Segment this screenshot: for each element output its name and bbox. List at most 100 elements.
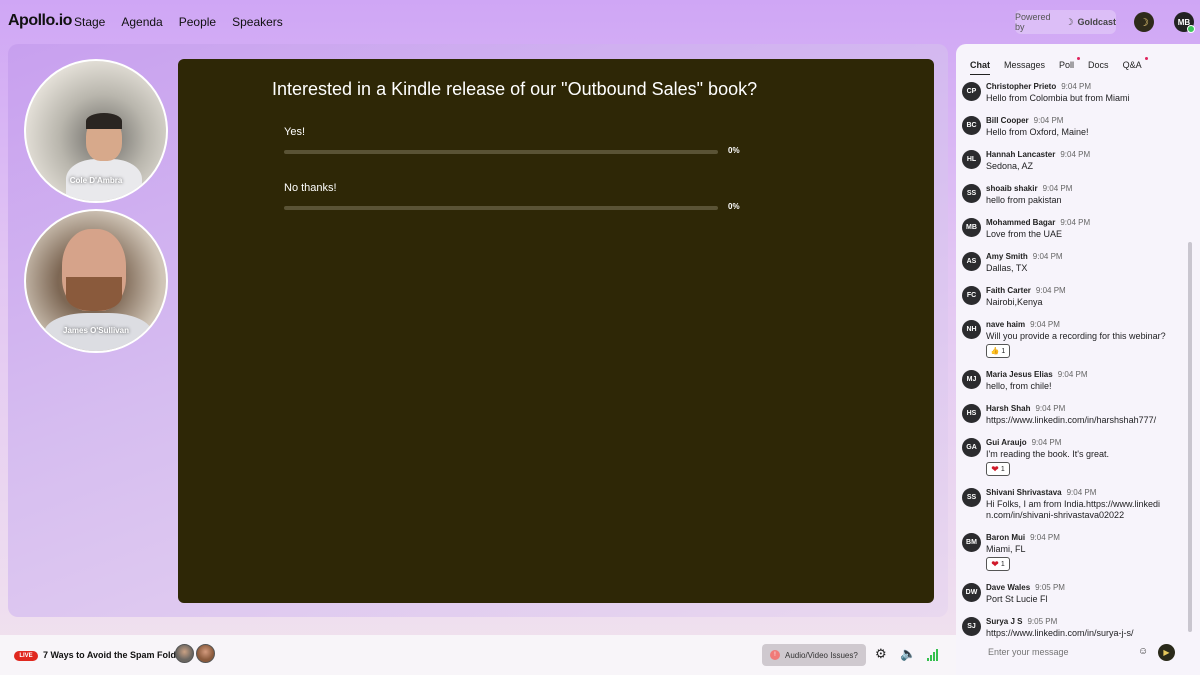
chat-author: Mohammed Bagar [986,218,1056,227]
chat-text: Sedona, AZ [986,161,1034,171]
apollo-logo[interactable]: Apollo.io [8,12,72,30]
chat-time: 9:04 PM [1030,320,1060,329]
chat-avatar[interactable]: MB [962,218,981,237]
stage-area: Cole D'Ambra James O'Sullivan Interested… [8,44,948,617]
tab-label: Docs [1088,60,1109,70]
chat-text: Love from the UAE [986,229,1063,239]
poll-option-track [284,206,718,210]
poll-option-no[interactable]: No thanks! 0% [284,182,744,211]
poll-option-yes[interactable]: Yes! 0% [284,126,744,155]
session-title: 7 Ways to Avoid the Spam Folder [43,650,185,660]
chat-author: Amy Smith [986,252,1028,261]
chat-avatar[interactable]: CP [962,82,981,101]
chat-text: Dallas, TX [986,263,1028,273]
chat-time: 9:04 PM [1066,488,1097,497]
chat-author: Baron Mui [986,533,1026,542]
tab-docs[interactable]: Docs [1088,60,1109,75]
reaction-badge[interactable]: 👍 1 [986,344,1010,358]
chat-time: 9:04 PM [1060,150,1091,159]
emoji-icon[interactable]: ☺ [1138,646,1148,657]
chat-author: Faith Carter [986,286,1031,295]
speaker-avatar[interactable] [196,644,215,663]
chat-text: Will you provide a recording for this we… [986,331,1166,341]
user-avatar[interactable]: MB [1174,12,1195,33]
top-bar: Apollo.io Stage Agenda People Speakers P… [0,0,1200,44]
chat-author: Hannah Lancaster [986,150,1056,159]
reaction-badge[interactable]: ❤ 1 [986,462,1010,476]
speaker-avatar[interactable] [175,644,194,663]
notification-dot [1144,57,1148,60]
nav-people[interactable]: People [179,15,216,29]
chat-meta: Harsh Shah 9:04 PM [986,404,1065,413]
goldcast-icon: ☽ [1065,16,1074,27]
tab-chat[interactable]: Chat [970,60,990,75]
chat-meta: Bill Cooper 9:04 PM [986,116,1063,125]
nav-agenda[interactable]: Agenda [121,15,162,29]
chat-avatar[interactable]: HS [962,404,981,423]
poll-card: Interested in a Kindle release of our "O… [178,59,934,603]
send-icon[interactable]: ▶ [1158,644,1175,661]
notification-dot [1077,57,1081,60]
chat-author: Bill Cooper [986,116,1029,125]
chat-text: https://www.linkedin.com/in/harshshah777… [986,415,1157,425]
chat-time: 9:04 PM [1032,252,1063,261]
powered-by-badge[interactable]: Powered by ☽ Goldcast [1015,10,1116,34]
chat-meta: Hannah Lancaster 9:04 PM [986,150,1090,159]
chat-message-input[interactable] [988,647,1158,657]
chat-avatar[interactable]: DW [962,583,981,602]
tab-messages[interactable]: Messages [1004,60,1045,75]
chat-meta: Baron Mui 9:04 PM [986,533,1060,542]
chat-avatar[interactable]: FC [962,286,981,305]
poll-option-percent: 0% [728,202,740,211]
chat-avatar[interactable]: HL [962,150,981,169]
warning-icon: ! [770,650,780,660]
chat-meta: Christopher Prieto 9:04 PM [986,82,1091,91]
chat-author: Shivani Shrivastava [986,488,1062,497]
chat-author: Gui Araujo [986,438,1027,447]
heart-icon: ❤ [991,558,999,569]
tab-poll[interactable]: Poll [1059,57,1081,75]
main-nav: Stage Agenda People Speakers [74,15,283,29]
gear-icon[interactable]: ⚙ [875,646,887,662]
chat-avatar[interactable]: SS [962,184,981,203]
chat-meta: Mohammed Bagar 9:04 PM [986,218,1090,227]
chat-avatar[interactable]: BC [962,116,981,135]
chat-avatar[interactable]: SS [962,488,981,507]
moon-icon[interactable]: ☽ [1134,12,1154,32]
signal-bar [930,655,932,661]
chat-avatar[interactable]: BM [962,533,981,552]
poll-question: Interested in a Kindle release of our "O… [272,79,758,99]
signal-bar [933,652,935,661]
chat-panel: Chat Messages Poll Docs Q&A CP Christoph… [956,44,1200,675]
speaker-icon[interactable]: 🔈 [900,646,916,662]
chat-time: 9:04 PM [1060,218,1091,227]
chat-time: 9:05 PM [1027,617,1058,626]
chat-tabs: Chat Messages Poll Docs Q&A [970,57,1148,75]
chat-meta: Amy Smith 9:04 PM [986,252,1063,261]
speaker-video-1[interactable]: Cole D'Ambra [24,59,168,203]
chat-avatar[interactable]: AS [962,252,981,271]
signal-icon [927,649,938,661]
speaker-video-2[interactable]: James O'Sullivan [24,209,168,353]
nav-stage[interactable]: Stage [74,15,105,29]
chat-avatar[interactable]: GA [962,438,981,457]
speaker-hair [86,113,122,129]
poll-option-label: No thanks! [284,182,337,194]
nav-speakers[interactable]: Speakers [232,15,283,29]
tab-qa[interactable]: Q&A [1123,57,1148,75]
poll-option-label: Yes! [284,126,306,138]
chat-avatar[interactable]: SJ [962,617,981,636]
reaction-badge[interactable]: ❤ 1 [986,557,1010,571]
live-badge: LIVE [14,651,38,661]
chat-author: shoaib shakir [986,184,1038,193]
chat-time: 9:04 PM [1035,286,1066,295]
chat-meta: Maria Jesus Elias 9:04 PM [986,370,1088,379]
chat-avatar[interactable]: NH [962,320,981,339]
chat-text: Miami, FL [986,544,1026,554]
chat-avatar[interactable]: MJ [962,370,981,389]
signal-bar [936,649,938,661]
chat-scrollbar[interactable] [1188,242,1192,632]
av-issues-button[interactable]: ! Audio/Video Issues? [762,644,866,666]
chat-time: 9:04 PM [1057,370,1088,379]
powered-brand: Goldcast [1077,17,1116,27]
